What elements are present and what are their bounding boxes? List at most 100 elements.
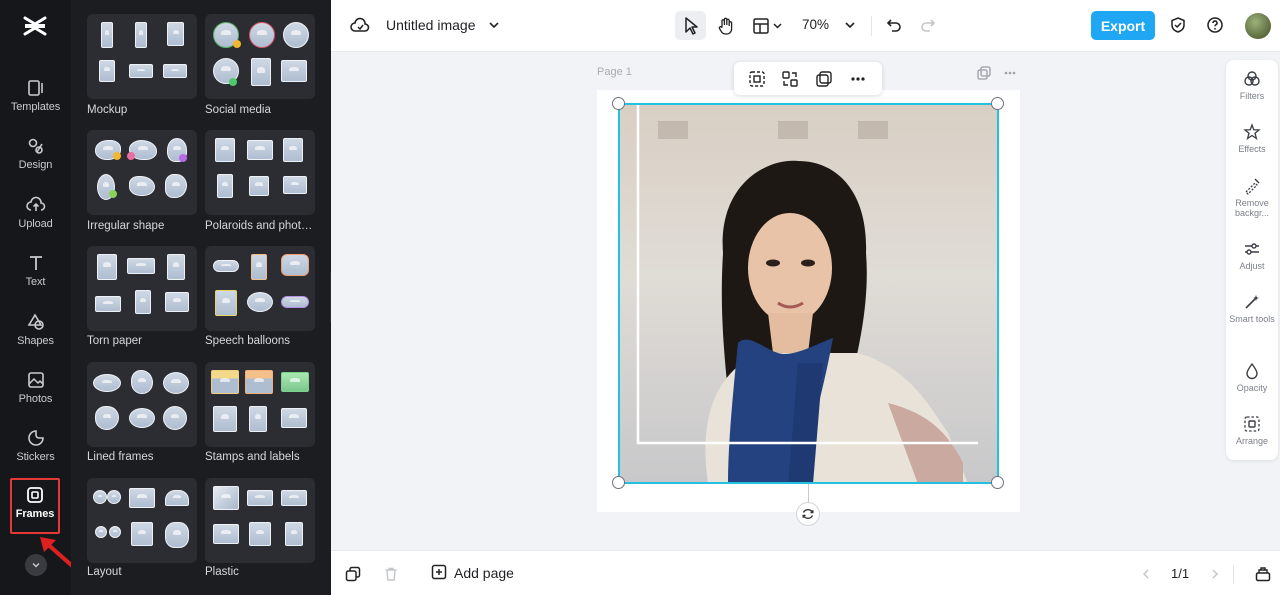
text-icon [29, 256, 42, 270]
tool-remove-background[interactable]: Remove backgr... [1226, 177, 1278, 218]
frame-category-stamps-labels[interactable] [205, 362, 315, 447]
tool-effects[interactable]: Effects [1226, 123, 1278, 154]
frames-panel: Mockup Social media Irregular shape Pola… [71, 0, 331, 595]
frame-category-mockup[interactable] [87, 14, 197, 99]
element-floating-toolbar [734, 62, 882, 95]
frame-category-label: Stamps and labels [205, 451, 300, 463]
frame-category-social-media[interactable] [205, 14, 315, 99]
tool-opacity[interactable]: Opacity [1226, 362, 1278, 393]
rotate-icon [802, 509, 814, 519]
crop-select-icon[interactable] [748, 70, 766, 88]
effects-icon [1243, 123, 1261, 141]
upload-icon [25, 196, 45, 211]
tool-label: Adjust [1239, 261, 1265, 271]
hand-icon [718, 17, 733, 35]
rail-item-photos[interactable]: Photos [0, 364, 71, 418]
undo-button[interactable] [883, 14, 905, 36]
redo-button[interactable] [917, 14, 939, 36]
rail-item-stickers[interactable]: Stickers [0, 422, 71, 476]
frame-category-label: Polaroids and photo f... [205, 220, 317, 232]
frame-category-label: Speech balloons [205, 335, 291, 347]
pages-panel-button[interactable] [1253, 564, 1273, 584]
shield-button[interactable] [1167, 14, 1189, 36]
zoom-dropdown-button[interactable] [841, 16, 859, 34]
chevron-down-icon [845, 22, 855, 29]
cloud-icon [350, 17, 370, 32]
tool-filters[interactable]: Filters [1226, 70, 1278, 101]
delete-page-button[interactable] [381, 564, 401, 584]
duplicate-icon[interactable] [815, 70, 833, 88]
arrange-icon [1244, 416, 1260, 432]
rail-item-design[interactable]: Design [0, 130, 71, 184]
shapes-icon [27, 313, 44, 330]
duplicate-page-button[interactable] [343, 564, 363, 584]
frame-category-label: Layout [87, 566, 122, 578]
resize-handle-top-right[interactable] [991, 97, 1004, 110]
rail-item-templates[interactable]: Templates [0, 72, 71, 126]
title-dropdown-button[interactable] [485, 16, 503, 34]
templates-icon [27, 80, 43, 96]
duplicate-page-icon[interactable] [977, 66, 991, 80]
rail-item-shapes[interactable]: Shapes [0, 306, 71, 360]
document-title[interactable]: Untitled image [386, 17, 476, 33]
rail-item-label: Design [18, 159, 53, 171]
pointer-icon [685, 17, 698, 35]
page-count: 1/1 [1171, 566, 1190, 581]
design-icon [28, 138, 43, 154]
redo-icon [921, 19, 936, 32]
frame-category-plastic[interactable] [205, 478, 315, 563]
rail-item-label: Stickers [16, 451, 55, 463]
hand-tool-button[interactable] [713, 13, 739, 39]
frame-category-torn-paper[interactable] [87, 246, 197, 331]
resize-handle-bottom-left[interactable] [612, 476, 625, 489]
chevron-left-icon [1142, 569, 1149, 579]
help-button[interactable] [1204, 14, 1226, 36]
rail-item-upload[interactable]: Upload [0, 189, 71, 243]
resize-handle-bottom-right[interactable] [991, 476, 1004, 489]
frame-category-polaroids[interactable] [205, 130, 315, 215]
tool-adjust[interactable]: Adjust [1226, 240, 1278, 271]
rail-item-text[interactable]: Text [0, 247, 71, 301]
frame-category-lined-frames[interactable] [87, 362, 197, 447]
shield-icon [1171, 17, 1185, 33]
frame-category-layout[interactable] [87, 478, 197, 563]
next-page-button[interactable] [1206, 565, 1224, 583]
tool-arrange[interactable]: Arrange [1226, 415, 1278, 446]
tool-label: Arrange [1235, 436, 1269, 446]
tool-smart-tools[interactable]: Smart tools [1226, 293, 1278, 324]
add-page-button[interactable]: Add page [431, 564, 514, 581]
zoom-level[interactable]: 70% [802, 17, 829, 32]
frame-category-irregular-shape[interactable] [87, 130, 197, 215]
canvas-area: Page 1 [331, 52, 1226, 550]
frames-icon [27, 487, 43, 503]
capcut-logo-icon[interactable] [22, 14, 48, 38]
rail-item-label: Upload [18, 218, 53, 230]
rail-item-label: Photos [18, 393, 53, 405]
previous-page-button[interactable] [1137, 565, 1155, 583]
chevron-right-icon [1212, 569, 1219, 579]
undo-icon [886, 19, 901, 32]
avatar[interactable] [1245, 13, 1271, 39]
remove-background-icon [1245, 178, 1260, 195]
add-page-label: Add page [454, 564, 514, 581]
rail-item-label: Text [25, 276, 46, 288]
frame-category-label: Irregular shape [87, 220, 165, 232]
export-button[interactable]: Export [1091, 11, 1155, 40]
rail-item-frames[interactable]: Frames [10, 478, 60, 534]
trash-icon [385, 567, 397, 581]
more-horizontal-icon[interactable] [849, 70, 867, 88]
more-horizontal-icon[interactable] [1003, 66, 1017, 80]
replace-icon[interactable] [781, 70, 799, 88]
cloud-save-button[interactable] [349, 15, 371, 37]
layout-tool-button[interactable] [751, 13, 787, 39]
select-tool-button[interactable] [675, 11, 706, 40]
rotate-stem [808, 484, 809, 502]
rail-item-label: Templates [10, 101, 61, 113]
right-tool-panel: Filters Effects Remove backgr... Adjust … [1226, 60, 1278, 460]
resize-handle-top-left[interactable] [612, 97, 625, 110]
rotate-button[interactable] [796, 502, 820, 526]
frame-category-speech-balloons[interactable] [205, 246, 315, 331]
frame-category-label: Lined frames [87, 451, 154, 463]
bottom-bar: Add page 1/1 [331, 550, 1280, 595]
bottom-divider [1233, 565, 1234, 583]
